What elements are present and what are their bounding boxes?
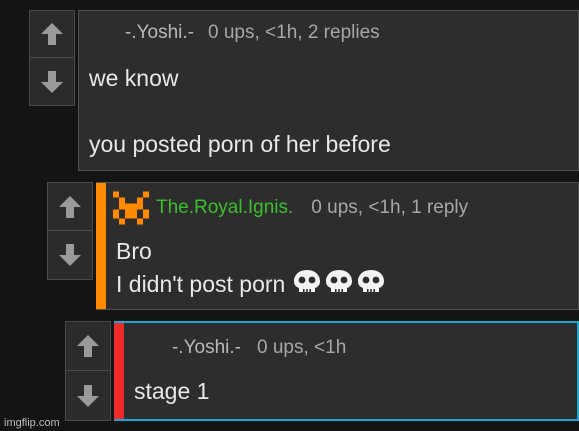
arrow-up-icon — [77, 335, 99, 357]
comment-meta: The.Royal.Ignis. 0 ups, <1h, 1 reply — [156, 197, 468, 219]
comment-card: -.Yoshi.- 0 ups, <1h, 2 replies we know y… — [78, 10, 579, 171]
vote-box — [47, 182, 93, 280]
comment-card: The.Royal.Ignis. 0 ups, <1h, 1 reply Bro … — [96, 182, 579, 310]
comment-card-highlighted: -.Yoshi.- 0 ups, <1h stage 1 — [114, 321, 579, 421]
comment-stats: 0 ups, <1h — [257, 337, 347, 358]
comment-meta: -.Yoshi.- 0 ups, <1h, 2 replies — [125, 22, 380, 44]
comment-line: stage 1 — [134, 378, 210, 404]
upvote-button[interactable] — [66, 322, 110, 371]
comment-line: you posted porn of her before — [89, 131, 391, 157]
watermark: imgflip.com — [4, 417, 60, 429]
comment-meta: -.Yoshi.- 0 ups, <1h — [172, 337, 346, 359]
comment-stats: 0 ups, <1h, 1 reply — [311, 197, 469, 218]
username-link[interactable]: -.Yoshi.- — [172, 337, 241, 358]
comment-line: I didn't post porn — [116, 271, 286, 297]
vote-box — [29, 10, 75, 106]
skull-icon — [293, 270, 384, 293]
comment-line: Bro — [116, 238, 152, 264]
arrow-down-icon — [77, 384, 99, 407]
vote-box — [65, 321, 111, 421]
downvote-button[interactable] — [66, 371, 110, 420]
comment-stats: 0 ups, <1h, 2 replies — [208, 22, 380, 43]
comment-line-with-emoji: I didn't post porn — [116, 268, 392, 303]
comment-thread: -.Yoshi.- 0 ups, <1h, 2 replies we know y… — [0, 0, 579, 431]
accent-bar — [96, 183, 106, 309]
arrow-down-icon — [59, 244, 81, 266]
arrow-up-icon — [59, 195, 81, 218]
username-link[interactable]: The.Royal.Ignis. — [156, 197, 293, 218]
downvote-button[interactable] — [30, 58, 74, 105]
arrow-down-icon — [41, 70, 63, 93]
comment-body: we know you posted porn of her before — [89, 62, 391, 161]
comment-line: we know — [89, 65, 179, 91]
upvote-button[interactable] — [30, 11, 74, 58]
pixel-avatar-icon[interactable] — [113, 191, 149, 225]
downvote-button[interactable] — [48, 231, 92, 279]
skull-emojis — [292, 268, 392, 303]
arrow-up-icon — [41, 23, 63, 45]
accent-bar — [114, 323, 124, 419]
upvote-button[interactable] — [48, 183, 92, 231]
comment-body: stage 1 — [134, 375, 209, 408]
comment-body: Bro I didn't post porn — [116, 235, 392, 303]
comment-line-blank — [89, 95, 391, 128]
username-link[interactable]: -.Yoshi.- — [125, 22, 194, 43]
